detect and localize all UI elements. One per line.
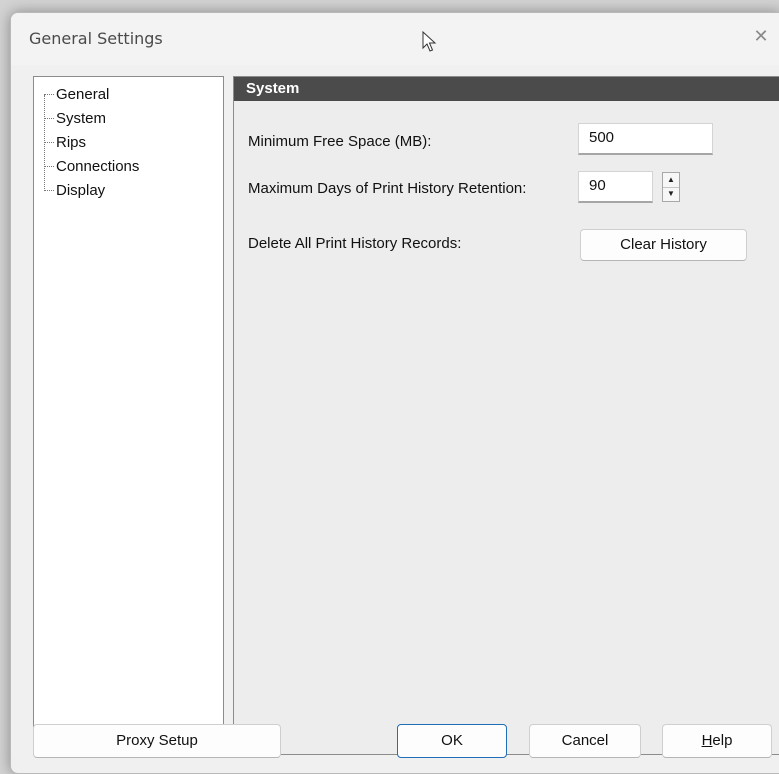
- tree-item-label: Rips: [56, 134, 87, 151]
- tree-branch-line: [44, 94, 54, 96]
- system-panel: System Minimum Free Space (MB): 500 Maxi…: [233, 76, 779, 755]
- tree-branch-line: [44, 142, 54, 144]
- max-days-label: Maximum Days of Print History Retention:: [248, 180, 527, 197]
- tree-item-connections[interactable]: Connections: [44, 155, 139, 179]
- tree-branch-line: [44, 166, 54, 168]
- clear-history-button[interactable]: Clear History: [580, 229, 747, 261]
- help-mnemonic: H: [701, 732, 713, 749]
- min-free-space-input[interactable]: 500: [578, 123, 713, 155]
- ok-button[interactable]: OK: [397, 724, 507, 758]
- min-free-space-label: Minimum Free Space (MB):: [248, 133, 432, 150]
- cancel-button[interactable]: Cancel: [529, 724, 641, 758]
- tree-item-rips[interactable]: Rips: [44, 131, 86, 155]
- window-title: General Settings: [29, 29, 163, 48]
- delete-history-label: Delete All Print History Records:: [248, 235, 462, 252]
- tree-item-system[interactable]: System: [44, 107, 106, 131]
- help-label-rest: elp: [712, 732, 733, 749]
- general-settings-window: General Settings ✕ General System Rips C…: [10, 12, 779, 774]
- tree-item-label: System: [56, 110, 107, 127]
- mouse-pointer-icon: [422, 31, 437, 52]
- tree-item-label: Connections: [56, 158, 140, 175]
- tree-item-general[interactable]: General: [44, 83, 109, 107]
- tree-item-label: Display: [56, 182, 106, 199]
- tree-item-display[interactable]: Display: [44, 179, 105, 203]
- max-days-input[interactable]: 90: [578, 171, 653, 203]
- max-days-stepper[interactable]: ▲ ▼: [662, 172, 680, 202]
- spin-up-icon[interactable]: ▲: [663, 173, 679, 188]
- title-bar[interactable]: General Settings ✕: [11, 13, 779, 65]
- proxy-setup-button[interactable]: Proxy Setup: [33, 724, 281, 758]
- tree-branch-line: [44, 118, 54, 120]
- tree-item-label: General: [56, 86, 110, 103]
- panel-header: System: [234, 77, 779, 101]
- settings-tree: General System Rips Connections Display: [33, 76, 224, 755]
- spin-down-icon[interactable]: ▼: [663, 187, 679, 201]
- help-button[interactable]: Help: [662, 724, 772, 758]
- tree-branch-line: [44, 190, 54, 192]
- close-icon[interactable]: ✕: [750, 25, 772, 47]
